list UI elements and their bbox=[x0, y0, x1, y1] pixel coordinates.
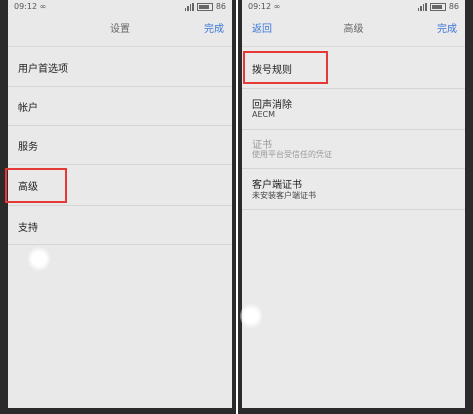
done-button[interactable]: 完成 bbox=[204, 14, 224, 46]
status-time: 09:12 ∞ bbox=[14, 2, 47, 11]
highlight-box-advanced bbox=[5, 168, 67, 203]
status-bar: 09:12 ∞ 86 bbox=[242, 0, 465, 14]
settings-item-user-preferences[interactable]: 用户首选项 bbox=[8, 46, 232, 87]
settings-item-services[interactable]: 服务 bbox=[8, 126, 232, 165]
advanced-item-client-certificate[interactable]: 客户端证书 未安装客户端证书 bbox=[242, 169, 465, 210]
settings-item-support[interactable]: 支持 bbox=[8, 206, 232, 245]
advanced-item-label: 客户端证书 bbox=[252, 180, 302, 191]
advanced-item-echo-cancellation[interactable]: 回声消除 AECM bbox=[242, 89, 465, 130]
signal-icon bbox=[184, 3, 194, 11]
advanced-item-certificates: 证书 使用平台受信任的凭证 bbox=[242, 130, 465, 169]
screen-glare bbox=[28, 246, 50, 272]
right-phone: 09:12 ∞ 86 返回 高级 完成 拨号规则 回声消除 AECM 证书 使用… bbox=[238, 0, 473, 414]
status-time: 09:12 ∞ bbox=[248, 2, 281, 11]
page-title: 高级 bbox=[343, 24, 364, 35]
settings-item-label: 支持 bbox=[18, 223, 38, 234]
battery-icon bbox=[429, 3, 446, 11]
page-title: 设置 bbox=[110, 24, 130, 35]
done-button[interactable]: 完成 bbox=[437, 14, 457, 46]
status-icons: 86 bbox=[184, 0, 226, 14]
status-icons: 86 bbox=[417, 0, 459, 14]
settings-item-label: 帐户 bbox=[18, 103, 38, 114]
settings-item-label: 用户首选项 bbox=[18, 64, 68, 75]
advanced-item-value: AECM bbox=[252, 110, 276, 119]
battery-level: 86 bbox=[215, 2, 226, 11]
settings-screen: 09:12 ∞ 86 设置 完成 用户首选项 帐户 服务 高级 支持 bbox=[5, 0, 232, 408]
settings-item-label: 服务 bbox=[18, 142, 38, 153]
highlight-box-dialing-rules bbox=[243, 51, 328, 84]
advanced-screen: 09:12 ∞ 86 返回 高级 完成 拨号规则 回声消除 AECM 证书 使用… bbox=[240, 0, 465, 408]
screen-glare bbox=[240, 303, 262, 329]
advanced-item-label: 回声消除 bbox=[252, 100, 292, 111]
settings-item-account[interactable]: 帐户 bbox=[8, 87, 232, 126]
battery-icon bbox=[196, 3, 213, 11]
advanced-item-description: 未安装客户端证书 bbox=[252, 191, 316, 200]
battery-level: 86 bbox=[448, 2, 459, 11]
signal-icon bbox=[417, 3, 427, 11]
status-bar: 09:12 ∞ 86 bbox=[8, 0, 232, 14]
left-phone: 09:12 ∞ 86 设置 完成 用户首选项 帐户 服务 高级 支持 bbox=[0, 0, 236, 414]
settings-header: 设置 完成 bbox=[8, 14, 232, 47]
advanced-item-description: 使用平台受信任的凭证 bbox=[252, 150, 332, 159]
advanced-header: 返回 高级 完成 bbox=[242, 14, 465, 47]
